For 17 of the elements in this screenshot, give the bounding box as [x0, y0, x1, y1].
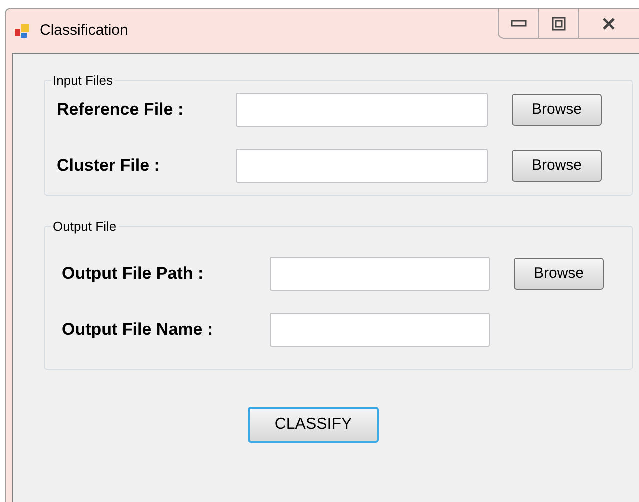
- maximize-icon: [552, 16, 566, 30]
- classify-button[interactable]: CLASSIFY: [248, 407, 379, 443]
- field-label: Reference File :: [57, 99, 185, 122]
- minimize-icon: [510, 20, 526, 28]
- field-label: Output File Name :: [62, 319, 214, 342]
- input-field[interactable]: [236, 149, 488, 183]
- browse-button[interactable]: Browse: [512, 150, 602, 182]
- browse-button[interactable]: Browse: [514, 258, 604, 290]
- input-field[interactable]: [270, 313, 490, 347]
- input-field[interactable]: [270, 257, 490, 291]
- app-icon: [14, 22, 32, 40]
- field-label: Output File Path :: [62, 263, 205, 286]
- field-label: Cluster File :: [57, 155, 161, 178]
- input-field[interactable]: [236, 93, 488, 127]
- close-icon: [602, 16, 616, 30]
- browse-button[interactable]: Browse: [512, 94, 602, 126]
- window-title: Classification: [40, 20, 128, 41]
